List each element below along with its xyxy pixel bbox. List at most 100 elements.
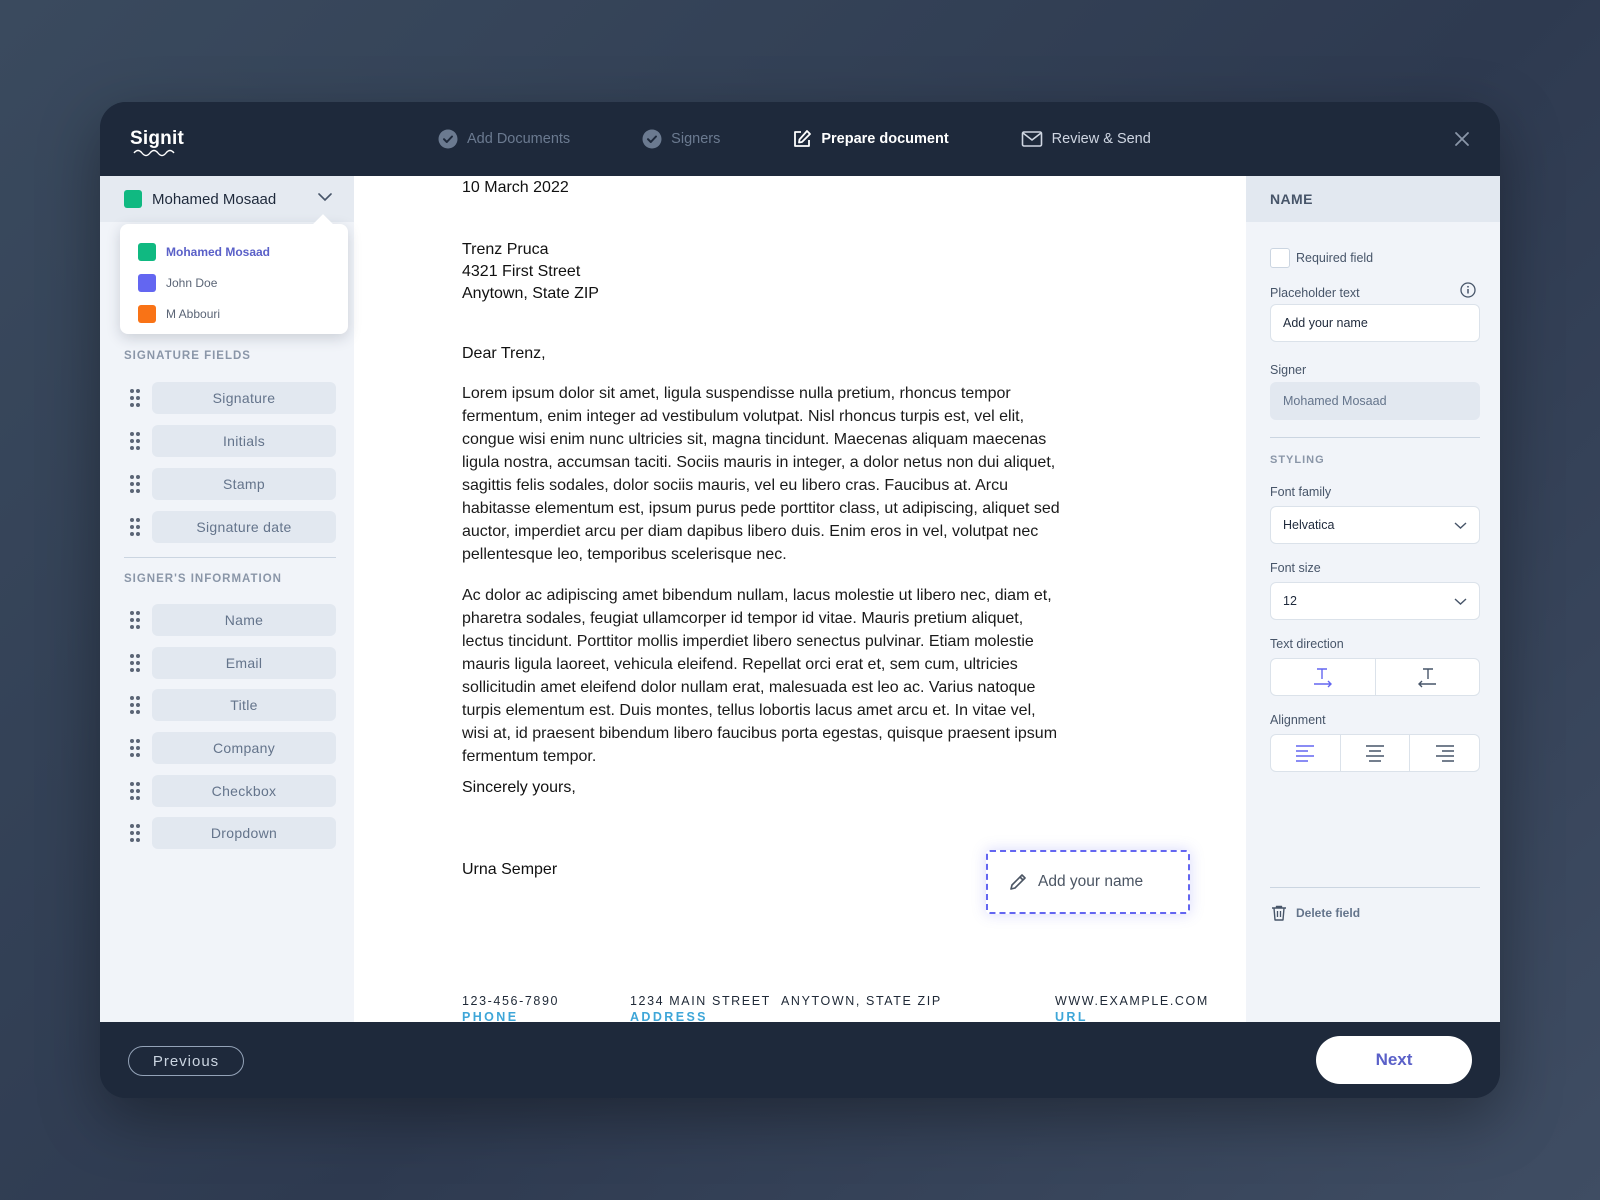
- signer-color-swatch: [138, 273, 156, 292]
- step-label: Add Documents: [467, 131, 571, 147]
- alignment-label: Alignment: [1270, 713, 1326, 727]
- delete-field-button[interactable]: Delete field: [1270, 904, 1360, 922]
- footer-address: 1234 MAIN STREET: [630, 994, 771, 1008]
- placeholder-input[interactable]: Add your name: [1270, 304, 1480, 342]
- header: Signit Add Documents Signers Prepare doc…: [100, 102, 1500, 176]
- salutation: Dear Trenz,: [462, 345, 546, 362]
- footer-city: ANYTOWN, STATE ZIP: [781, 994, 942, 1008]
- step-review-send[interactable]: Review & Send: [1021, 130, 1151, 148]
- field-signature[interactable]: Signature: [124, 382, 336, 414]
- step-prepare-document[interactable]: Prepare document: [792, 129, 949, 149]
- field-label: Stamp: [152, 468, 336, 500]
- step-add-documents[interactable]: Add Documents: [438, 129, 570, 149]
- text-ltr-icon: [1313, 668, 1332, 688]
- check-circle-icon: [438, 129, 458, 149]
- field-checkbox[interactable]: Checkbox: [124, 775, 336, 807]
- pencil-icon: [1008, 872, 1028, 892]
- drag-handle-icon[interactable]: [124, 518, 146, 536]
- field-dropdown[interactable]: Dropdown: [124, 817, 336, 849]
- field-email[interactable]: Email: [124, 647, 336, 679]
- selected-signer: Mohamed Mosaad: [152, 190, 277, 208]
- field-label: Email: [152, 647, 336, 679]
- field-initials[interactable]: Initials: [124, 425, 336, 457]
- close-icon: [1455, 132, 1469, 146]
- drag-handle-icon[interactable]: [124, 696, 146, 714]
- step-label: Prepare document: [821, 131, 949, 147]
- align-left-button[interactable]: [1271, 735, 1341, 771]
- required-label: Required field: [1296, 251, 1374, 265]
- font-size-select[interactable]: 12: [1270, 582, 1480, 620]
- divider: [1270, 887, 1480, 888]
- logo-squiggle-icon: [133, 149, 175, 157]
- signature-fields-title: SIGNATURE FIELDS: [124, 350, 251, 362]
- align-left-icon: [1296, 745, 1315, 762]
- field-signature-date[interactable]: Signature date: [124, 511, 336, 543]
- field-label: Title: [152, 689, 336, 721]
- font-family-select[interactable]: Helvatica: [1270, 506, 1480, 544]
- check-circle-icon: [642, 129, 662, 149]
- drag-handle-icon[interactable]: [124, 611, 146, 629]
- signer-color-swatch: [138, 242, 156, 261]
- footer-phone-label: PHONE: [462, 1010, 519, 1022]
- sender-name: Urna Semper: [462, 861, 558, 878]
- rtl-button[interactable]: [1376, 659, 1480, 695]
- align-right-button[interactable]: [1410, 735, 1479, 771]
- drag-handle-icon[interactable]: [124, 654, 146, 672]
- signer-option[interactable]: John Doe: [120, 267, 348, 298]
- field-name[interactable]: Name: [124, 604, 336, 636]
- alignment-toggle: [1270, 734, 1480, 772]
- recipient-name: Trenz Pruca: [462, 241, 549, 258]
- step-signers[interactable]: Signers: [642, 129, 720, 149]
- field-label: Checkbox: [152, 775, 336, 807]
- letter-date: 10 March 2022: [462, 179, 569, 196]
- signer-option-label: Mohamed Mosaad: [166, 244, 271, 259]
- field-label: Signature: [152, 382, 336, 414]
- signer-field: Mohamed Mosaad: [1270, 382, 1480, 420]
- chevron-down-icon: [1454, 598, 1467, 605]
- recipient-street: 4321 First Street: [462, 263, 581, 280]
- close-button[interactable]: [1452, 129, 1472, 149]
- drag-handle-icon[interactable]: [124, 782, 146, 800]
- field-company[interactable]: Company: [124, 732, 336, 764]
- font-family-value: Helvatica: [1283, 518, 1335, 532]
- name-field-placed[interactable]: Add your name: [986, 850, 1190, 914]
- text-rtl-icon: [1418, 668, 1437, 688]
- ltr-button[interactable]: [1271, 659, 1376, 695]
- signer-label: Signer: [1270, 363, 1307, 377]
- signer-info-title: SIGNER'S INFORMATION: [124, 573, 282, 585]
- edit-icon: [792, 129, 812, 149]
- footer-url: WWW.EXAMPLE.COM: [1055, 994, 1209, 1008]
- signer-color-swatch: [138, 304, 156, 323]
- drag-handle-icon[interactable]: [124, 824, 146, 842]
- panel-title: NAME: [1246, 176, 1500, 222]
- signer-select[interactable]: Mohamed Mosaad: [100, 176, 354, 222]
- footer-url-label: URL: [1055, 1010, 1088, 1022]
- closing: Sincerely yours,: [462, 779, 576, 796]
- required-checkbox[interactable]: [1270, 248, 1290, 268]
- signer-option[interactable]: Mohamed Mosaad: [120, 236, 348, 267]
- paragraph-1: Lorem ipsum dolor sit amet, ligula suspe…: [462, 385, 1060, 563]
- previous-button[interactable]: Previous: [128, 1046, 244, 1076]
- footer-address-label: ADDRESS: [630, 1010, 708, 1022]
- align-right-icon: [1435, 745, 1454, 762]
- next-button[interactable]: Next: [1316, 1036, 1472, 1084]
- footer-phone: 123-456-7890: [462, 994, 560, 1008]
- drag-handle-icon[interactable]: [124, 389, 146, 407]
- field-stamp[interactable]: Stamp: [124, 468, 336, 500]
- drag-handle-icon[interactable]: [124, 475, 146, 493]
- chevron-down-icon: [1454, 522, 1467, 529]
- chevron-down-icon: [318, 193, 332, 202]
- logo: Signit: [130, 128, 184, 149]
- field-label: Name: [152, 604, 336, 636]
- step-label: Review & Send: [1051, 131, 1151, 147]
- signer-option[interactable]: M Abbouri: [120, 298, 348, 329]
- document-canvas[interactable]: 10 March 2022 Trenz Pruca 4321 First Str…: [354, 176, 1246, 1022]
- field-label: Company: [152, 732, 336, 764]
- info-icon[interactable]: [1460, 282, 1476, 298]
- drag-handle-icon[interactable]: [124, 432, 146, 450]
- drag-handle-icon[interactable]: [124, 739, 146, 757]
- divider: [1270, 437, 1480, 438]
- align-center-icon: [1366, 745, 1384, 762]
- align-center-button[interactable]: [1341, 735, 1411, 771]
- field-title[interactable]: Title: [124, 689, 336, 721]
